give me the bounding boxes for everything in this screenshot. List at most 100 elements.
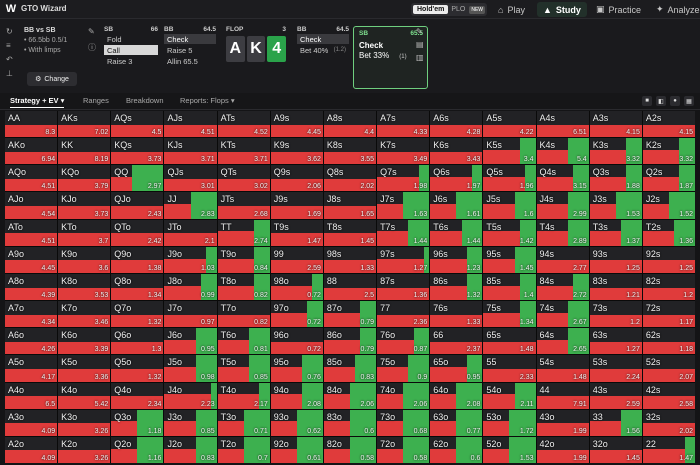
view-dot-icon[interactable]: ● [670,96,680,106]
hand-cell[interactable]: K6o 3.39 [58,328,111,355]
info-icon[interactable]: ⓘ [88,42,96,53]
view-split-icon[interactable]: ◧ [656,96,666,106]
hand-cell[interactable]: 82o 0.58 [323,436,377,463]
hand-cell[interactable]: 52s 2.07 [642,355,695,382]
hand-cell[interactable]: 63s 1.27 [589,328,642,355]
hand-cell[interactable]: A4o 6.5 [5,382,58,409]
hand-cell[interactable]: 54s 1.48 [536,355,589,382]
hand-cell[interactable]: T6o 0.81 [217,328,270,355]
hand-cell[interactable]: A2s 4.15 [642,111,695,138]
hand-cell[interactable]: K2s 3.32 [642,138,695,165]
hand-cell[interactable]: T7s 1.44 [377,219,430,246]
hand-cell[interactable]: AA 8.3 [5,111,58,138]
hand-cell[interactable]: AQo 4.51 [5,165,58,192]
hand-cell[interactable]: 32s 2.02 [642,409,695,436]
hand-cell[interactable]: QTo 2.42 [111,219,164,246]
hand-cell[interactable]: QJs 3.01 [164,165,217,192]
hand-cell[interactable]: 96o 0.72 [270,328,323,355]
hand-cell[interactable]: T5s 1.42 [483,219,536,246]
hand-cell[interactable]: K8s 3.55 [323,138,377,165]
hand-cell[interactable]: 64o 2.08 [430,382,483,409]
hand-cell[interactable]: T2s 1.36 [642,219,695,246]
hand-cell[interactable]: 94s 2.77 [536,246,589,273]
hand-cell[interactable]: 63o 0.77 [430,409,483,436]
hand-cell[interactable]: 92o 0.61 [270,436,323,463]
hand-cell[interactable]: A3o 4.09 [5,409,58,436]
hand-cell[interactable]: A2o 4.09 [5,436,58,463]
pencil-icon[interactable]: ✎ [88,27,96,36]
hand-cell[interactable]: 84o 2.06 [323,382,377,409]
hand-cell[interactable]: T3s 1.37 [589,219,642,246]
flop-cards[interactable]: A K 4 [226,36,287,62]
hand-cell[interactable]: T9o 0.84 [217,246,270,273]
hand-cell[interactable]: 65o 0.95 [430,355,483,382]
sb-action-call[interactable]: Call [104,45,158,55]
hand-cell[interactable]: T9s 1.47 [270,219,323,246]
hand-cell[interactable]: 52o 1.53 [483,436,536,463]
ruler-icon[interactable]: ⊥ [6,69,18,78]
panel-icon[interactable]: ▥ [416,53,424,62]
hand-cell[interactable]: KTo 3.7 [58,219,111,246]
hand-cell[interactable]: A9o 4.45 [5,246,58,273]
hand-cell[interactable]: Q4s 3.15 [536,165,589,192]
hand-cell[interactable]: 87s 1.36 [377,273,430,301]
hand-cell[interactable]: J2s 1.52 [642,192,695,219]
hand-cell[interactable]: J8s 1.65 [323,192,377,219]
sb-flop-action-bet[interactable]: Bet 33% (1) [359,51,407,60]
hand-cell[interactable]: 74o 2.06 [377,382,430,409]
hand-cell[interactable]: Q5s 1.96 [483,165,536,192]
hand-cell[interactable]: K6s 3.43 [430,138,483,165]
hand-cell[interactable]: K5o 3.36 [58,355,111,382]
edit-pencil-icon[interactable]: ✎ [416,27,424,36]
hand-cell[interactable]: JTo 2.1 [164,219,217,246]
hand-cell[interactable]: 72s 1.17 [642,301,695,328]
hand-cell[interactable]: T7o 0.82 [217,301,270,328]
mode-plo-button[interactable]: PLO [448,6,468,13]
hand-cell[interactable]: 98s 1.33 [323,246,377,273]
hand-cell[interactable]: 95s 1.45 [483,246,536,273]
hand-cell[interactable]: Q7o 1.32 [111,301,164,328]
hand-cell[interactable]: T8o 0.82 [217,273,270,301]
hand-cell[interactable]: 83o 0.6 [323,409,377,436]
hand-cell[interactable]: A5o 4.17 [5,355,58,382]
hand-cell[interactable]: Q3o 1.18 [111,409,164,436]
hand-cell[interactable]: K8o 3.53 [58,273,111,301]
hand-cell[interactable]: 87o 0.79 [323,301,377,328]
hand-cell[interactable]: T8s 1.45 [323,219,377,246]
hand-cell[interactable]: J6o 0.95 [164,328,217,355]
hand-cell[interactable]: Q4o 2.34 [111,382,164,409]
hand-cell[interactable]: 55 2.33 [483,355,536,382]
hand-cell[interactable]: K4s 5.4 [536,138,589,165]
hand-cell[interactable]: ATo 4.51 [5,219,58,246]
hand-cell[interactable]: T3o 0.71 [217,409,270,436]
hand-cell[interactable]: J9s 1.69 [270,192,323,219]
hand-cell[interactable]: J4o 2.23 [164,382,217,409]
hand-cell[interactable]: A3s 4.15 [589,111,642,138]
hand-cell[interactable]: 99 2.59 [270,246,323,273]
hand-cell[interactable]: A8o 4.39 [5,273,58,301]
flop-card-3[interactable]: 4 [267,36,287,62]
nav-study[interactable]: ▲ Study [537,2,587,17]
hand-cell[interactable]: T4o 2.17 [217,382,270,409]
hand-cell[interactable]: AJo 4.54 [5,192,58,219]
hand-cell[interactable]: J9o 1.03 [164,246,217,273]
hand-cell[interactable]: T6s 1.44 [430,219,483,246]
hand-cell[interactable]: KTs 3.71 [217,138,270,165]
hand-cell[interactable]: 76o 0.87 [377,328,430,355]
hand-cell[interactable]: Q5o 1.32 [111,355,164,382]
hand-cell[interactable]: K5s 3.4 [483,138,536,165]
flop-card-1[interactable]: A [226,36,245,62]
bb-action-allin[interactable]: Allin 65.5 [164,56,216,66]
hand-cell[interactable]: 93o 0.62 [270,409,323,436]
hand-cell[interactable]: J8o 0.99 [164,273,217,301]
hand-cell[interactable]: QJo 2.43 [111,192,164,219]
hand-cell[interactable]: Q7s 1.98 [377,165,430,192]
hand-cell[interactable]: K3o 3.26 [58,409,111,436]
nav-analyze[interactable]: ✦ Analyze [650,2,700,17]
nav-play[interactable]: ⌂ Play [492,2,531,17]
hand-cell[interactable]: QTs 3.02 [217,165,270,192]
hand-cell[interactable]: 75o 0.9 [377,355,430,382]
hand-cell[interactable]: J5s 1.6 [483,192,536,219]
undo-icon[interactable]: ↶ [6,55,18,64]
view-full-icon[interactable]: ■ [642,96,652,106]
